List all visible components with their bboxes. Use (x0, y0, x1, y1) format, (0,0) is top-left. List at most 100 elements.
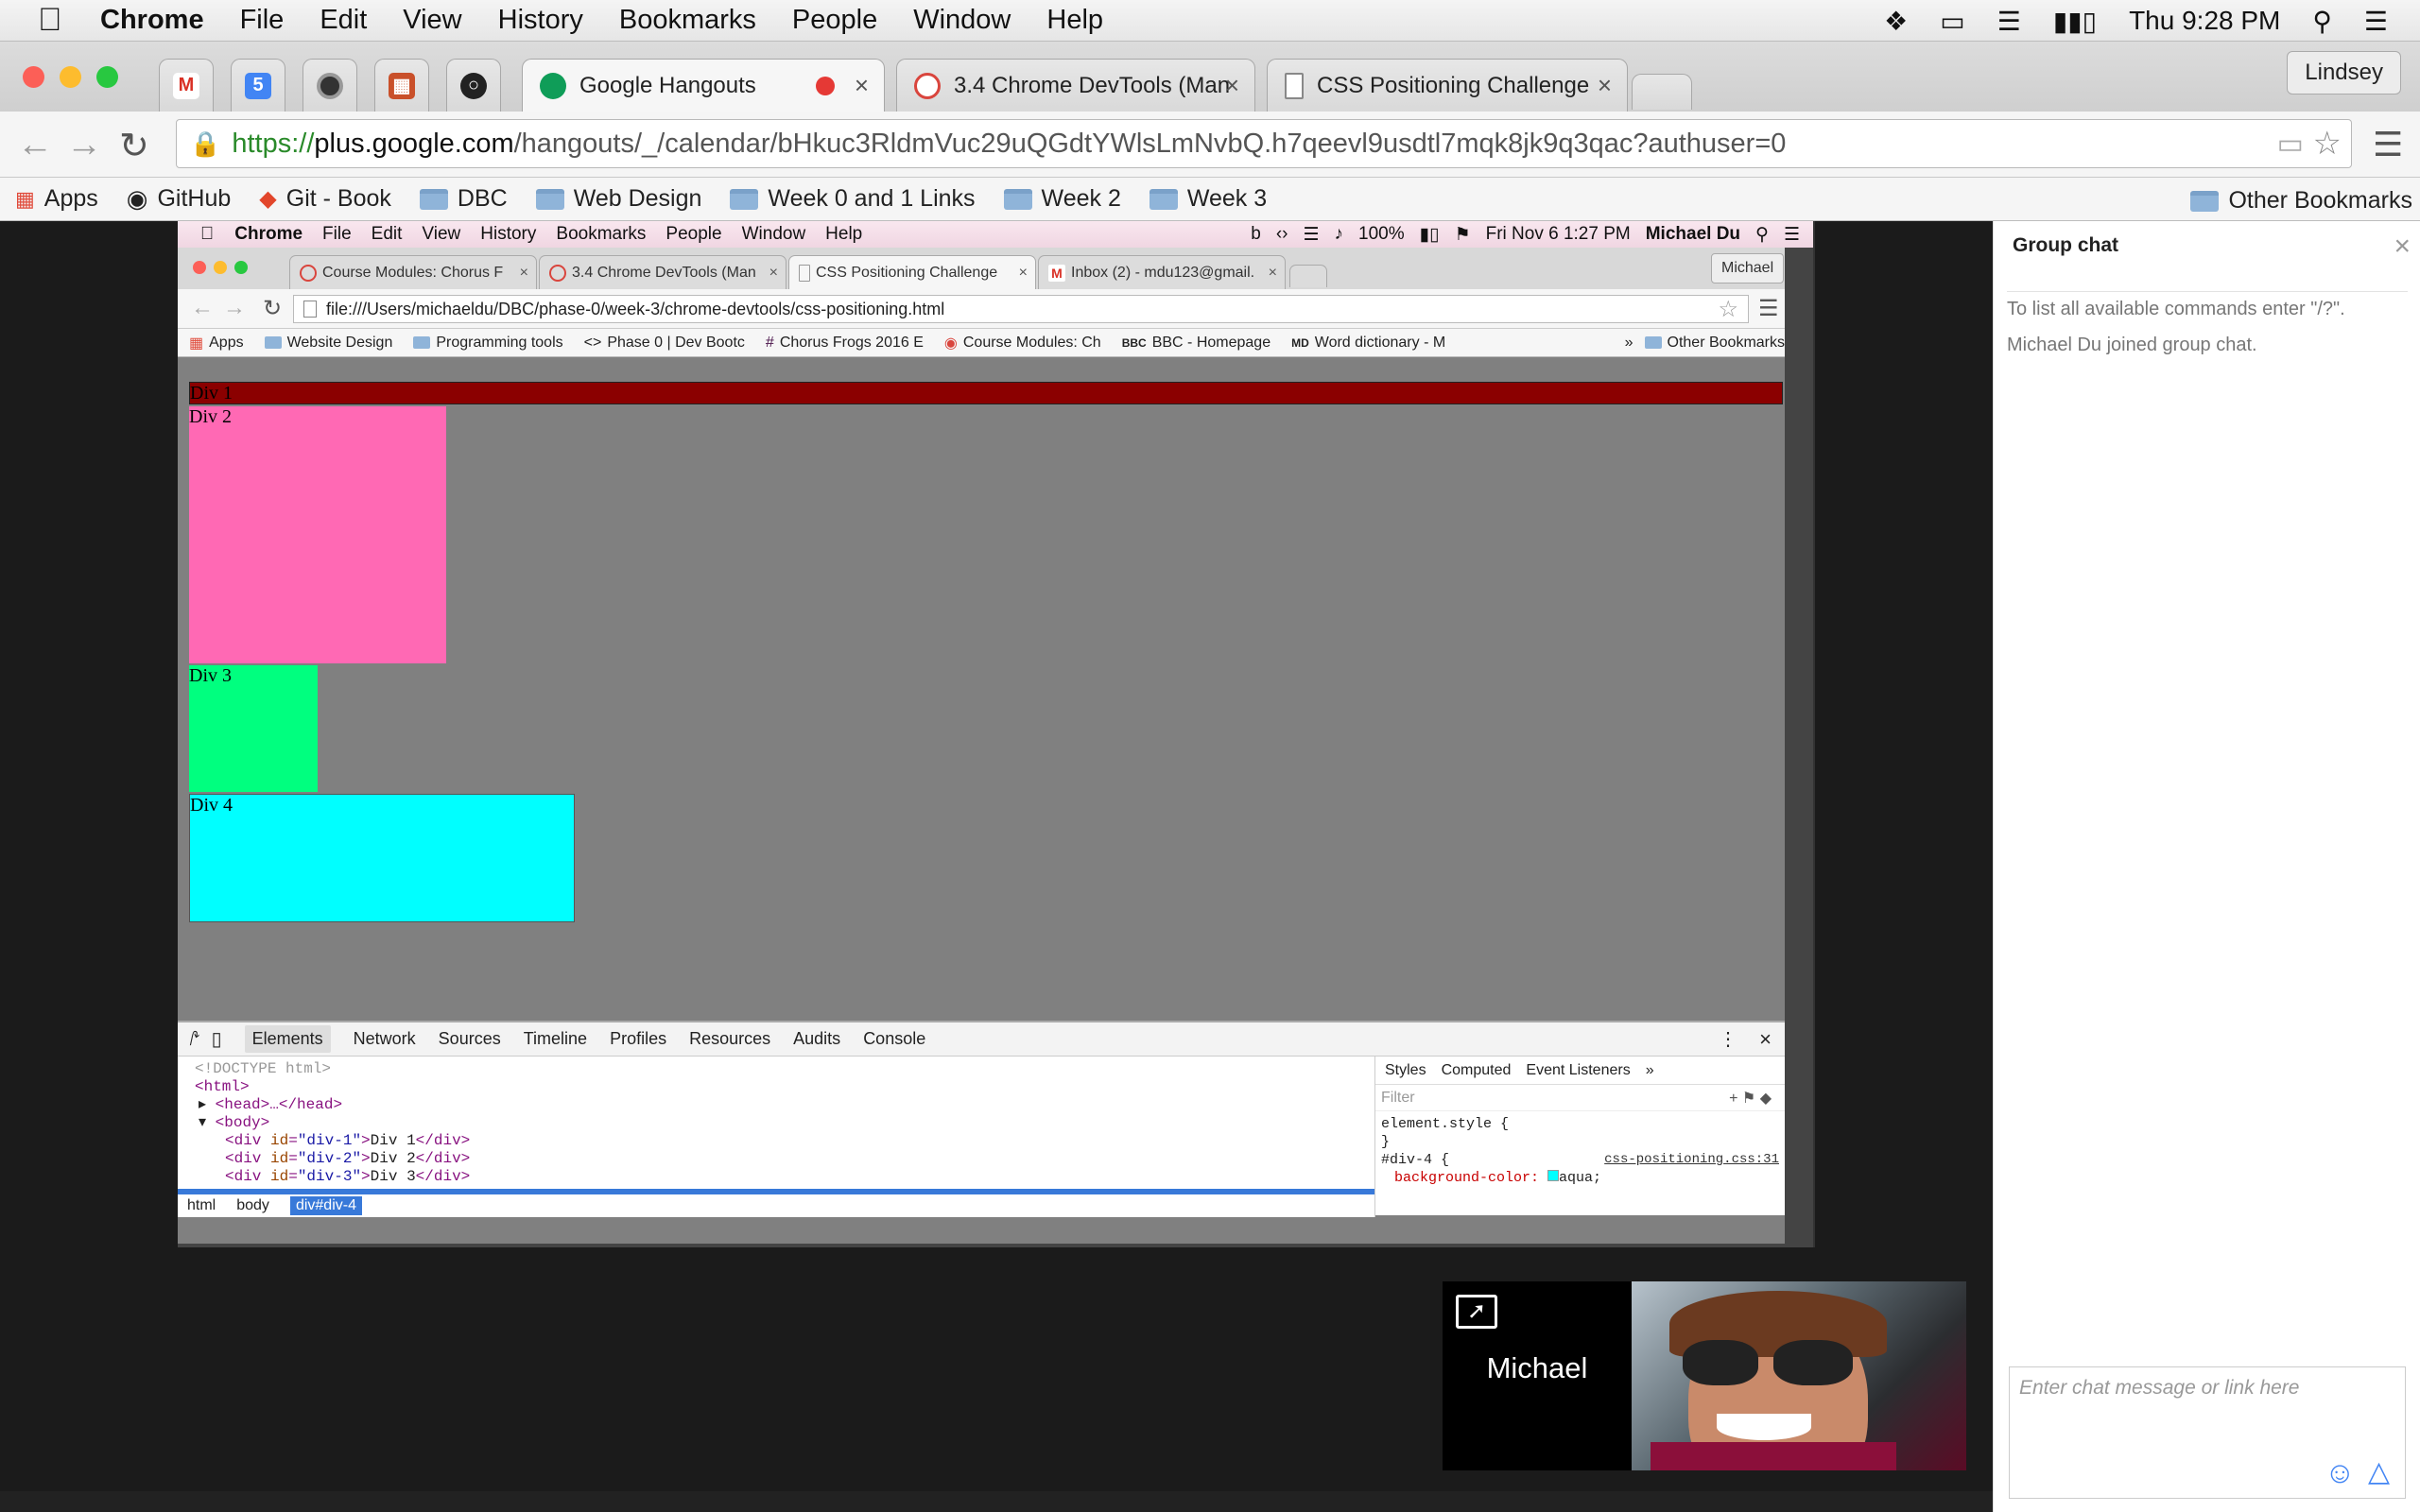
menu-people[interactable]: People (792, 5, 877, 36)
tab-calendar[interactable]: 5 (231, 59, 285, 112)
folder-icon (1644, 336, 1662, 349)
bluetooth-icon: ‹› (1275, 224, 1288, 244)
menu-app-chrome[interactable]: Chrome (100, 5, 204, 36)
menu-file[interactable]: File (240, 5, 285, 36)
bookmark-folder-other[interactable]: Other Bookmarks (2190, 187, 2412, 215)
bookmark-folder-week-3[interactable]: Week 3 (1149, 185, 1267, 213)
notification-center-icon[interactable]: ☰ (2364, 6, 2388, 37)
chat-system-message: To list all available commands enter "/?… (2007, 299, 2345, 319)
menu-edit[interactable]: Edit (320, 5, 367, 36)
zoom-window-icon[interactable] (96, 66, 118, 88)
tab-github[interactable]: ○ (446, 59, 501, 112)
url-path: /hangouts/_/calendar/bHkuc3RldmVuc29uQGd… (513, 128, 1787, 159)
flag-icon: ⚑ (1454, 224, 1471, 245)
collapse-arrow-icon: ▾ (199, 1114, 207, 1131)
dom-tree: <!DOCTYPE html> <html> ▸ <head>…</head> … (178, 1057, 1374, 1189)
tab-pinned-circle[interactable] (302, 59, 357, 112)
github-icon: ○ (460, 72, 487, 99)
wifi-icon[interactable]: ☰ (1997, 6, 2021, 37)
styles-code: element.style { } #div-4 {css-positionin… (1375, 1111, 1785, 1191)
devtools-tabs: ⭚ ▯ Elements Network Sources Timeline Pr… (178, 1022, 1785, 1057)
bookmark-git-book[interactable]: ◆ Git - Book (259, 185, 391, 213)
div-4-label: Div 4 (190, 795, 233, 816)
bookmark-folder-week-2[interactable]: Week 2 (1003, 185, 1121, 213)
menu-view[interactable]: View (403, 5, 461, 36)
breadcrumb-html: html (187, 1197, 216, 1213)
shared-tab-inbox: M Inbox (2) - mdu123@gmail. × (1038, 255, 1286, 289)
new-tab-button[interactable] (1632, 74, 1692, 110)
course-modules-icon (914, 72, 941, 99)
close-tab-icon[interactable]: × (1598, 71, 1612, 100)
bold-icon: b (1251, 224, 1261, 244)
styles-tabs: Styles Computed Event Listeners » (1375, 1057, 1785, 1085)
chrome-menu-icon[interactable]: ☰ (2373, 125, 2403, 164)
devtools-tab-console: Console (863, 1029, 926, 1048)
minimize-window-icon[interactable] (60, 66, 81, 88)
bookmark-github[interactable]: ◉ GitHub (127, 184, 232, 214)
close-window-icon[interactable] (23, 66, 44, 88)
tab-css-positioning[interactable]: CSS Positioning Challenge × (1267, 59, 1628, 112)
devtools-tab-elements: Elements (244, 1025, 331, 1053)
shared-clock: Fri Nov 6 1:27 PM (1485, 224, 1631, 244)
participant-tile-michael[interactable]: ➚ Michael (1443, 1281, 1632, 1470)
styles-filter: Filter + ⚑ ◆ (1375, 1085, 1785, 1111)
folder-icon (2190, 190, 2220, 212)
shared-bookmark-phase-0: <> Phase 0 | Dev Bootc (583, 334, 745, 351)
drive-icon[interactable]: △ (2368, 1455, 2390, 1488)
emoji-icon[interactable]: ☺ (2325, 1455, 2356, 1490)
styles-tab-styles: Styles (1385, 1061, 1426, 1078)
bookmark-folder-web-design[interactable]: Web Design (535, 185, 701, 213)
bbc-icon: BBC (1121, 335, 1147, 350)
bookmark-folder-dbc[interactable]: DBC (419, 185, 508, 213)
rule-value: aqua; (1559, 1170, 1602, 1186)
tab-google-hangouts[interactable]: Google Hangouts × (522, 59, 885, 112)
dom-row-div-1: <div id="div-1">Div 1</div> (225, 1132, 471, 1149)
folder-icon (419, 188, 448, 210)
forward-arrow-icon[interactable]: → (66, 125, 102, 165)
styles-pane: Styles Computed Event Listeners » Filter… (1374, 1057, 1785, 1217)
wifi-icon: ☰ (1303, 224, 1320, 245)
zoom-window-icon (234, 261, 248, 274)
close-tab-icon[interactable]: × (855, 71, 869, 100)
menu-history[interactable]: History (498, 5, 583, 36)
inspect-element-icon: ⭚ (189, 1029, 200, 1050)
camera-blocked-icon[interactable]: ▭ (2277, 128, 2304, 161)
shared-bookmarks-bar: ▦ Apps Website Design Programming tools <… (178, 329, 1785, 357)
close-tab-icon[interactable]: × (1225, 71, 1239, 100)
spotlight-search-icon[interactable]: ⚲ (2312, 6, 2332, 37)
div-4-box: Div 4 (189, 794, 575, 922)
styles-tab-computed: Computed (1441, 1061, 1512, 1078)
menu-window[interactable]: Window (913, 5, 1011, 36)
slack-icon: # (765, 334, 774, 351)
back-arrow-icon[interactable]: ← (17, 125, 53, 165)
apple-icon:  (200, 224, 214, 245)
dropbox-icon[interactable]: ❖ (1884, 6, 1908, 37)
shared-toolbar: ← → ↻ file:///Users/michaeldu/DBC/phase-… (178, 289, 1785, 329)
shared-bookmark-programming-tools: Programming tools (413, 335, 563, 352)
tab-gmail[interactable]: M (159, 59, 214, 112)
menu-help[interactable]: Help (1046, 5, 1103, 36)
reload-icon[interactable]: ↻ (119, 125, 149, 167)
div-1-box: Div 1 (189, 382, 1783, 404)
address-bar[interactable]: 🔒 https://plus.google.com/hangouts/_/cal… (176, 119, 2352, 168)
calendar-icon: 5 (245, 72, 271, 99)
clock[interactable]: Thu 9:28 PM (2129, 6, 2280, 36)
bookmark-star-icon[interactable]: ☆ (2313, 125, 2342, 163)
tab-trello[interactable]: ▦ (374, 59, 429, 112)
bookmark-apps[interactable]: ▦ Apps (15, 185, 98, 213)
tab-chrome-devtools[interactable]: 3.4 Chrome DevTools (Man × (896, 59, 1255, 112)
menu-bookmarks[interactable]: Bookmarks (619, 5, 756, 36)
bookmark-folder-week-0-1[interactable]: Week 0 and 1 Links (730, 185, 976, 213)
battery-icon[interactable]: ▮▮▯ (2053, 6, 2097, 37)
bookmark-star-icon: ☆ (1718, 296, 1738, 322)
github-icon: ◉ (126, 184, 148, 213)
shared-menu-people: People (652, 224, 721, 244)
airplay-icon[interactable]: ▭ (1940, 6, 1964, 37)
sunglasses-left (1683, 1340, 1758, 1385)
url-scheme: https:// (232, 128, 315, 159)
self-video-tile[interactable] (1632, 1281, 1966, 1470)
apple-icon[interactable]:  (38, 2, 89, 39)
close-chat-icon[interactable]: × (2394, 231, 2411, 263)
devtools-more-icon: ⋮ (1719, 1029, 1737, 1050)
profile-button[interactable]: Lindsey (2287, 51, 2401, 94)
